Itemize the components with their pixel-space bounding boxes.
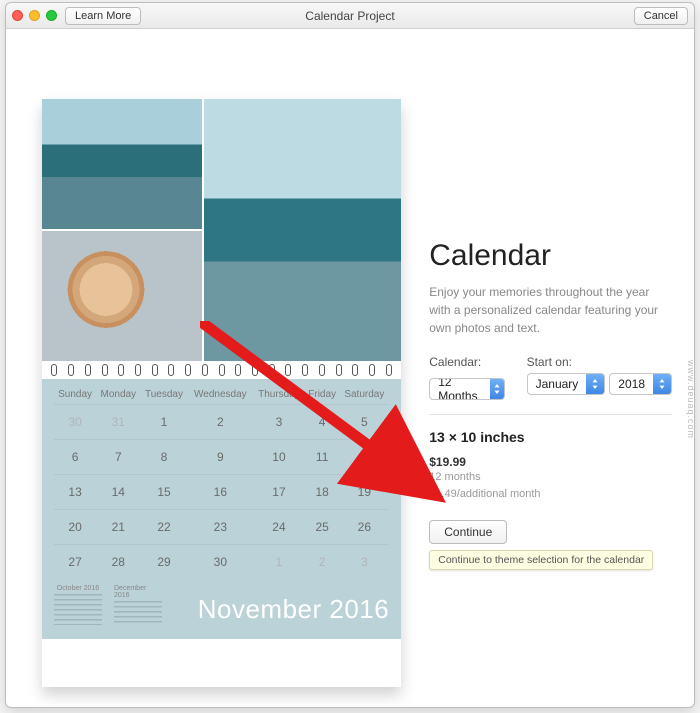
day-cell: 21 (96, 510, 140, 545)
calendar-preview: Sunday Monday Tuesday Wednesday Thursday… (42, 99, 401, 687)
mini-next-month: December 2016 (114, 585, 162, 625)
dimensions-label: 13 × 10 inches (429, 429, 672, 445)
day-cell: 16 (188, 475, 253, 510)
close-window-icon[interactable] (12, 10, 23, 21)
watermark: www.deuaq.com (686, 360, 696, 439)
day-cell: 22 (140, 510, 187, 545)
weekday-header: Tuesday (140, 385, 187, 405)
spiral-binding (42, 361, 401, 379)
start-month-value: January (528, 377, 587, 391)
traffic-lights (12, 10, 57, 21)
day-cell: 2 (305, 545, 340, 580)
calendar-duration-value: 12 Months (430, 378, 489, 400)
day-cell: 5 (339, 405, 389, 440)
day-cell: 17 (253, 475, 305, 510)
mini-prev-month: October 2016 (54, 585, 102, 625)
day-cell: 2 (188, 405, 253, 440)
calendar-duration-label: Calendar: (429, 355, 504, 369)
calendar-options-panel: Calendar Enjoy your memories throughout … (429, 99, 672, 687)
day-cell: 23 (188, 510, 253, 545)
price-detail-additional: $1.49/additional month (429, 486, 672, 503)
weekday-header: Saturday (339, 385, 389, 405)
calendar-grid: Sunday Monday Tuesday Wednesday Thursday… (42, 379, 401, 639)
weekday-header: Friday (305, 385, 340, 405)
minimize-window-icon[interactable] (29, 10, 40, 21)
day-cell: 24 (253, 510, 305, 545)
start-year-select[interactable]: 2018 (609, 373, 672, 395)
day-cell: 31 (96, 405, 140, 440)
day-cell: 25 (305, 510, 340, 545)
calendar-duration-option: Calendar: 12 Months (429, 355, 504, 400)
weekday-header: Sunday (54, 385, 96, 405)
learn-more-button[interactable]: Learn More (65, 7, 141, 25)
day-cell: 27 (54, 545, 96, 580)
photo-slot-2 (42, 231, 202, 361)
weekday-header: Wednesday (188, 385, 253, 405)
day-cell: 29 (140, 545, 187, 580)
cancel-button[interactable]: Cancel (634, 7, 688, 25)
product-heading: Calendar (429, 239, 672, 273)
mini-calendars: October 2016 December 2016 (54, 585, 162, 625)
day-cell: 30 (188, 545, 253, 580)
weekday-header: Monday (96, 385, 140, 405)
day-cell: 26 (339, 510, 389, 545)
day-cell: 1 (140, 405, 187, 440)
photo-grid (42, 99, 401, 361)
start-year-value: 2018 (610, 377, 653, 391)
stepper-icon (586, 374, 604, 394)
day-cell: 14 (96, 475, 140, 510)
start-on-label: Start on: (527, 355, 672, 369)
price-detail-months: 12 months (429, 469, 672, 486)
day-cell: 8 (140, 440, 187, 475)
content-area: Sunday Monday Tuesday Wednesday Thursday… (6, 29, 694, 707)
window-title: Calendar Project (305, 9, 394, 23)
day-cell: 19 (339, 475, 389, 510)
day-cell: 30 (54, 405, 96, 440)
day-cell: 15 (140, 475, 187, 510)
continue-button[interactable]: Continue (429, 520, 507, 544)
day-cell: 1 (253, 545, 305, 580)
photo-slot-1 (42, 99, 202, 229)
stepper-icon (490, 379, 504, 399)
day-cell: 11 (305, 440, 340, 475)
day-cell: 12 (339, 440, 389, 475)
photo-slot-3 (204, 99, 401, 361)
day-cell: 7 (96, 440, 140, 475)
stepper-icon (653, 374, 671, 394)
day-cell: 18 (305, 475, 340, 510)
day-cell: 13 (54, 475, 96, 510)
product-description: Enjoy your memories throughout the year … (429, 283, 672, 337)
continue-tooltip: Continue to theme selection for the cale… (429, 550, 653, 570)
day-cell: 20 (54, 510, 96, 545)
start-month-select[interactable]: January (527, 373, 606, 395)
price: $19.99 (429, 455, 672, 469)
zoom-window-icon[interactable] (46, 10, 57, 21)
day-cell: 6 (54, 440, 96, 475)
calendar-duration-select[interactable]: 12 Months (429, 378, 504, 400)
day-cell: 28 (96, 545, 140, 580)
month-year-label: November 2016 (198, 594, 390, 625)
day-cell: 4 (305, 405, 340, 440)
day-cell: 10 (253, 440, 305, 475)
start-on-option: Start on: January 2018 (527, 355, 672, 400)
day-cell: 3 (253, 405, 305, 440)
day-cell: 9 (188, 440, 253, 475)
separator (429, 414, 672, 415)
day-cell: 3 (339, 545, 389, 580)
calendar-project-window: Learn More Calendar Project Cancel Sunda… (5, 2, 695, 708)
weekday-header: Thursday (253, 385, 305, 405)
titlebar: Learn More Calendar Project Cancel (6, 3, 694, 29)
